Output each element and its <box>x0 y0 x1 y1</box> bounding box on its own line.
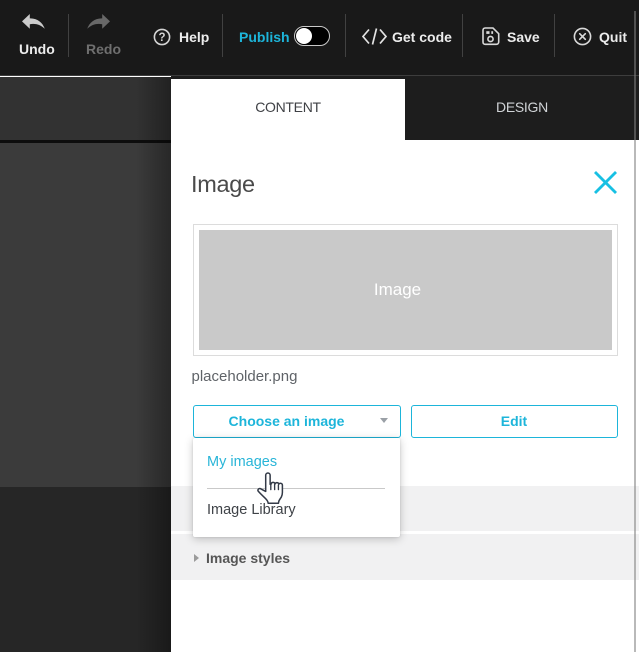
svg-text:?: ? <box>158 32 165 44</box>
